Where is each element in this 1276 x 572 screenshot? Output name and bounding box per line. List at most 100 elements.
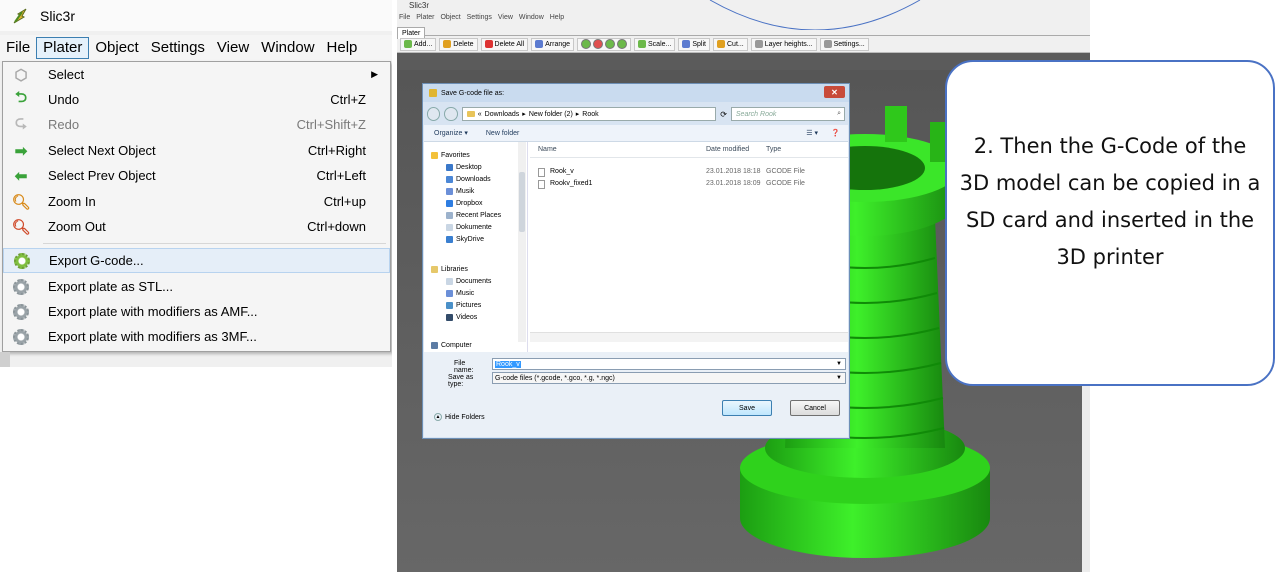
- breadcrumb[interactable]: « Downloads ▸ New folder (2) ▸ Rook: [461, 107, 717, 121]
- nav-desktop[interactable]: Desktop: [446, 164, 482, 171]
- recent-places-icon: [446, 212, 453, 219]
- menu-item-zoom-in[interactable]: 🔍︎ Zoom In Ctrl+up: [3, 189, 390, 214]
- cut-button[interactable]: Cut...: [713, 37, 748, 51]
- nav-computer[interactable]: Computer: [431, 342, 472, 349]
- file-name-input[interactable]: Rook_v ▼: [492, 358, 846, 370]
- gear-icon: [12, 303, 30, 321]
- menu-item-select[interactable]: ⬡ Select ▶: [3, 62, 390, 87]
- menu-item-label: Zoom Out: [48, 219, 106, 234]
- nav-libraries[interactable]: Libraries: [431, 266, 468, 273]
- file-row[interactable]: Rook_v 23.01.2018 18:18 GCODE File: [530, 168, 848, 180]
- menu-item-select-next[interactable]: ➡ Select Next Object Ctrl+Right: [3, 138, 390, 163]
- file-date: 23.01.2018 18:09: [706, 180, 761, 187]
- menu-item-label: Undo: [48, 92, 80, 107]
- gear-icon: [12, 328, 30, 346]
- settings-button[interactable]: Settings...: [819, 37, 869, 51]
- file-list-scrollbar[interactable]: [530, 332, 848, 342]
- file-type: GCODE File: [766, 168, 805, 175]
- cancel-button[interactable]: Cancel: [790, 400, 840, 416]
- menu-item-label: Export plate with modifiers as AMF...: [48, 304, 258, 319]
- decrease-icon[interactable]: [593, 39, 604, 49]
- column-type[interactable]: Type: [766, 146, 781, 153]
- close-icon[interactable]: ✕: [824, 86, 845, 98]
- menu-item-label: Export plate as STL...: [48, 279, 174, 294]
- back-button[interactable]: [427, 107, 441, 121]
- menu-item-label: Zoom In: [48, 194, 96, 209]
- menu-item-label: Export plate with modifiers as 3MF...: [48, 329, 257, 344]
- delete-button[interactable]: Delete: [439, 37, 478, 51]
- document-icon: [446, 278, 453, 285]
- nav-music[interactable]: Music: [446, 290, 474, 297]
- menu-object[interactable]: Object: [89, 38, 144, 58]
- scale-button[interactable]: Scale...: [634, 37, 676, 51]
- menu-item-export-stl[interactable]: Export plate as STL...: [3, 274, 390, 299]
- chevron-down-icon: ▼: [836, 375, 842, 381]
- search-input[interactable]: Search Rook ⌕: [730, 107, 845, 121]
- nav-downloads[interactable]: Downloads: [446, 176, 491, 183]
- breadcrumb-overflow[interactable]: «: [478, 111, 482, 118]
- instruction-callout: 2. Then the G-Code of the 3D model can b…: [945, 60, 1275, 386]
- file-name: Rookv_fixed1: [550, 180, 593, 187]
- menu-file[interactable]: File: [0, 38, 36, 58]
- column-name[interactable]: Name: [538, 146, 557, 153]
- nav-dropbox[interactable]: Dropbox: [446, 200, 482, 207]
- dialog-title-bar: Save G-code file as:: [423, 84, 849, 102]
- file-name: Rook_v: [550, 168, 574, 175]
- dialog-footer: File name: Rook_v ▼ Save as type: G-code…: [424, 352, 848, 437]
- nav-musik[interactable]: Musik: [446, 188, 474, 195]
- breadcrumb-downloads[interactable]: Downloads: [485, 111, 520, 118]
- menu-item-zoom-out[interactable]: 🔍︎ Zoom Out Ctrl+down: [3, 214, 390, 239]
- menu-settings[interactable]: Settings: [145, 38, 211, 58]
- new-folder-button[interactable]: New folder: [486, 130, 519, 137]
- menu-plater[interactable]: Plater: [36, 37, 90, 59]
- menu-item-redo[interactable]: ⮎ Redo Ctrl+Shift+Z: [3, 112, 390, 137]
- file-type: GCODE File: [766, 180, 805, 187]
- save-button[interactable]: Save: [722, 400, 772, 416]
- copies-buttons[interactable]: [577, 37, 632, 51]
- file-row[interactable]: Rookv_fixed1 23.01.2018 18:09 GCODE File: [530, 180, 848, 192]
- file-name-label: File name:: [454, 360, 474, 374]
- nav-favorites[interactable]: Favorites: [431, 152, 470, 159]
- breadcrumb-new-folder[interactable]: New folder (2): [529, 111, 573, 118]
- search-icon: ⌕: [837, 110, 841, 117]
- refresh-icon[interactable]: ⟳: [720, 110, 727, 119]
- nav-scrollbar[interactable]: [518, 142, 526, 342]
- nav-dokumente[interactable]: Dokumente: [446, 224, 492, 231]
- document-icon: [446, 224, 453, 231]
- nav-videos[interactable]: Videos: [446, 314, 477, 321]
- nav-recent-places[interactable]: Recent Places: [446, 212, 501, 219]
- menu-item-shortcut: Ctrl+Right: [307, 143, 366, 158]
- organize-button[interactable]: Organize ▾: [434, 129, 468, 137]
- menu-item-export-amf[interactable]: Export plate with modifiers as AMF...: [3, 299, 390, 324]
- forward-button[interactable]: [444, 107, 458, 121]
- rotate-right-icon[interactable]: [617, 39, 628, 49]
- nav-skydrive[interactable]: SkyDrive: [446, 236, 484, 243]
- menu-window[interactable]: Window: [255, 38, 320, 58]
- delete-all-button[interactable]: Delete All: [480, 37, 529, 51]
- split-button[interactable]: Split: [678, 37, 710, 51]
- breadcrumb-rook[interactable]: Rook: [582, 111, 598, 118]
- nav-pictures[interactable]: Pictures: [446, 302, 481, 309]
- rotate-left-icon[interactable]: [605, 39, 616, 49]
- hide-folders-toggle[interactable]: ▲ Hide Folders: [434, 413, 485, 421]
- skydrive-icon: [446, 236, 453, 243]
- save-type-select[interactable]: G-code files (*.gcode, *.gco, *.g, *.ngc…: [492, 372, 846, 384]
- view-options-icon[interactable]: ☰ ▾: [806, 129, 818, 137]
- arrange-button[interactable]: Arrange: [531, 37, 575, 51]
- menu-item-select-prev[interactable]: ⬅ Select Prev Object Ctrl+Left: [3, 163, 390, 188]
- callout-text: 2. Then the G-Code of the 3D model can b…: [959, 134, 1261, 269]
- nav-documents[interactable]: Documents: [446, 278, 491, 285]
- menu-item-export-gcode[interactable]: Export G-code...: [3, 248, 390, 273]
- menu-item-label: Export G-code...: [49, 253, 144, 268]
- menu-item-export-3mf[interactable]: Export plate with modifiers as 3MF...: [3, 324, 390, 349]
- menu-item-undo[interactable]: ⮌ Undo Ctrl+Z: [3, 87, 390, 112]
- help-icon[interactable]: ❓: [831, 129, 840, 137]
- menu-help[interactable]: Help: [321, 38, 364, 58]
- menu-view[interactable]: View: [211, 38, 255, 58]
- chevron-up-icon: ▲: [434, 413, 442, 421]
- column-date-modified[interactable]: Date modified: [706, 146, 749, 153]
- save-type-label: Save as type:: [448, 374, 474, 388]
- increase-icon[interactable]: [581, 39, 592, 49]
- add-button[interactable]: Add...: [400, 37, 437, 51]
- layer-heights-button[interactable]: Layer heights...: [750, 37, 817, 51]
